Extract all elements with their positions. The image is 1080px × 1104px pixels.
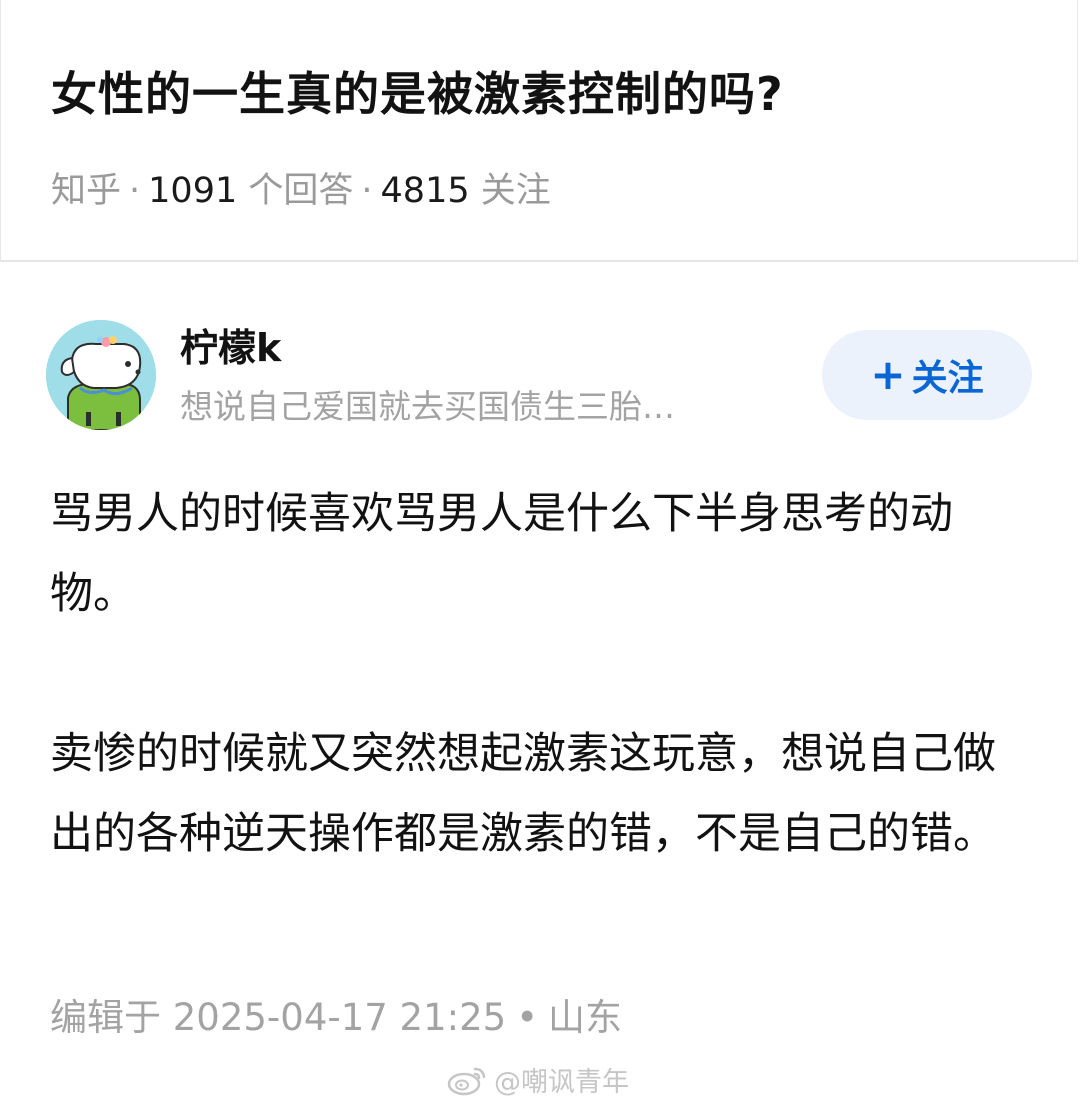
author-row: 柠檬k 想说自己爱国就去买国债生三胎… + 关注 bbox=[46, 318, 1036, 430]
source-label: 知乎 bbox=[51, 171, 122, 211]
cartoon-dog-avatar-icon bbox=[46, 320, 156, 430]
author-bio: 想说自己爱国就去买国债生三胎… bbox=[180, 387, 675, 426]
follow-button-label: 关注 bbox=[911, 358, 984, 399]
edit-time: 编辑于 2025-04-17 21:25 bbox=[50, 996, 507, 1039]
edit-info: 编辑于 2025-04-17 21:25 • 山东 bbox=[50, 992, 622, 1044]
question-meta: 知乎 · 1091 个回答 · 4815 关注 bbox=[51, 168, 551, 214]
follow-count: 4815 bbox=[380, 171, 470, 211]
answer-paragraph: 卖惨的时候就又突然想起激素这玩意，想说自己做出的各种逆天操作都是激素的错，不是自… bbox=[50, 729, 996, 859]
watermark: @嘲讽青年 bbox=[446, 1060, 629, 1099]
edit-location: 山东 bbox=[548, 996, 623, 1039]
author-name[interactable]: 柠檬k bbox=[180, 322, 281, 374]
watermark-text: @嘲讽青年 bbox=[494, 1067, 629, 1098]
follow-button[interactable]: + 关注 bbox=[822, 330, 1032, 420]
follow-count-label: 关注 bbox=[480, 171, 551, 211]
plus-icon: + bbox=[870, 350, 906, 399]
question-title[interactable]: 女性的一生真的是被激素控制的吗? bbox=[51, 54, 784, 134]
answer-count: 1091 bbox=[148, 171, 238, 211]
weibo-icon bbox=[447, 1067, 486, 1095]
meta-dot: · bbox=[361, 171, 373, 211]
avatar[interactable] bbox=[46, 320, 156, 430]
question-card: 女性的一生真的是被激素控制的吗? 知乎 · 1091 个回答 · 4815 关注 bbox=[0, 0, 1078, 262]
answer-body: 骂男人的时候喜欢骂男人是什么下半身思考的动物。 卖惨的时候就又突然想起激素这玩意… bbox=[50, 474, 1030, 874]
edit-info-dot: • bbox=[516, 996, 539, 1039]
answer-count-label: 个回答 bbox=[248, 171, 354, 211]
answer-paragraph: 骂男人的时候喜欢骂男人是什么下半身思考的动物。 bbox=[50, 489, 953, 619]
meta-dot: · bbox=[129, 171, 141, 211]
